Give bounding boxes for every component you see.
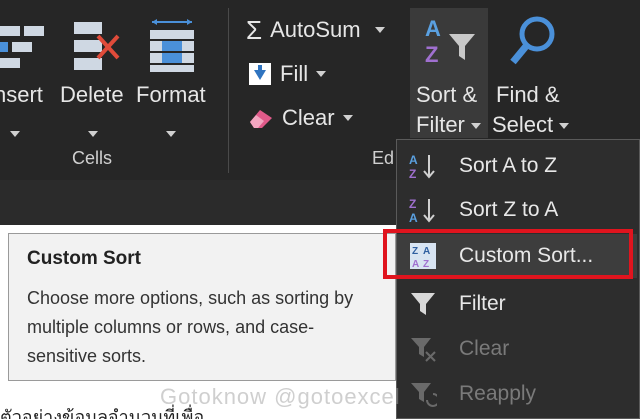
svg-text:Z: Z: [409, 197, 416, 211]
format-label: Format: [136, 82, 206, 107]
reapply-icon: [409, 380, 437, 408]
chevron-down-icon: [342, 115, 353, 121]
chevron-down-icon: [471, 123, 482, 130]
menu-item-label: Reapply: [459, 382, 537, 405]
insert-cells-icon: [0, 26, 44, 68]
sort-filter-button[interactable]: A Z Sort & Filter: [410, 8, 488, 138]
eraser-icon: [250, 110, 272, 128]
menu-item-sort-a-to-z[interactable]: A Z Sort A to Z: [397, 144, 637, 188]
clear-filter-icon: [409, 335, 437, 363]
menu-item-label: Clear: [459, 337, 510, 360]
format-button[interactable]: Format: [134, 10, 210, 140]
delete-label: Delete: [60, 82, 124, 107]
menu-item-label: Filter: [459, 292, 506, 315]
sort-filter-icon: A Z: [425, 16, 475, 67]
editing-group-label: Ed: [372, 148, 395, 168]
menu-item-reapply[interactable]: Reapply: [397, 372, 637, 416]
sigma-icon: Σ: [246, 15, 263, 45]
chevron-down-icon: [10, 131, 20, 138]
find-select-label-2: Select: [492, 112, 554, 137]
fill-button[interactable]: Fill: [248, 58, 327, 90]
chevron-down-icon: [166, 131, 176, 138]
svg-text:Z: Z: [409, 167, 416, 180]
menu-item-clear[interactable]: Clear: [397, 327, 637, 371]
find-select-label-1: Find &: [496, 82, 560, 107]
menu-item-sort-z-to-a[interactable]: Z A Sort Z to A: [397, 188, 637, 232]
group-divider: [228, 8, 229, 173]
format-cells-icon: [150, 19, 194, 72]
magnifier-icon: [510, 16, 555, 65]
sort-filter-menu: A Z Sort A to Z Z A Sort Z to A Z A A Z …: [396, 139, 640, 419]
insert-label: nsert: [0, 82, 43, 107]
find-select-button[interactable]: Find & Select: [492, 8, 574, 138]
autosum-button[interactable]: Σ AutoSum: [246, 14, 385, 46]
menu-item-label: Sort A to Z: [459, 154, 558, 177]
chevron-down-icon: [88, 131, 98, 138]
insert-button[interactable]: nsert: [0, 10, 52, 140]
svg-text:A: A: [409, 153, 418, 167]
highlight-box: [383, 229, 633, 279]
fill-label: Fill: [280, 61, 309, 86]
formula-bar-area: [0, 180, 400, 225]
svg-text:A: A: [409, 211, 418, 224]
clear-button[interactable]: Clear: [248, 102, 353, 134]
chevron-down-icon: [374, 27, 385, 33]
menu-item-filter[interactable]: Filter: [397, 282, 637, 326]
delete-button[interactable]: Delete: [58, 10, 130, 140]
tooltip-description: Choose more options, such as sorting by …: [27, 288, 354, 366]
chevron-down-icon: [559, 123, 570, 130]
filter-icon: [409, 290, 437, 318]
autosum-label: AutoSum: [270, 17, 361, 42]
svg-text:Z: Z: [425, 42, 438, 67]
menu-item-label: Sort Z to A: [459, 198, 559, 221]
delete-cells-icon: [74, 22, 120, 70]
custom-sort-tooltip: Custom Sort Choose more options, such as…: [8, 233, 396, 381]
sort-filter-label-2: Filter: [416, 112, 465, 137]
chevron-down-icon: [316, 71, 327, 77]
svg-text:A: A: [425, 16, 441, 41]
clear-label: Clear: [282, 105, 335, 130]
watermark: Gotoknow @gotoexcel: [160, 384, 401, 409]
cells-group-label: Cells: [72, 148, 113, 168]
sort-filter-label-1: Sort &: [416, 82, 478, 107]
tooltip-title: Custom Sort: [27, 248, 141, 269]
fill-down-icon: [249, 63, 271, 85]
excel-window: nsert Delete Format Cells Σ AutoSum Fill…: [0, 0, 640, 419]
sort-z-to-a-icon: Z A: [409, 196, 437, 224]
sort-a-to-z-icon: A Z: [409, 152, 437, 180]
